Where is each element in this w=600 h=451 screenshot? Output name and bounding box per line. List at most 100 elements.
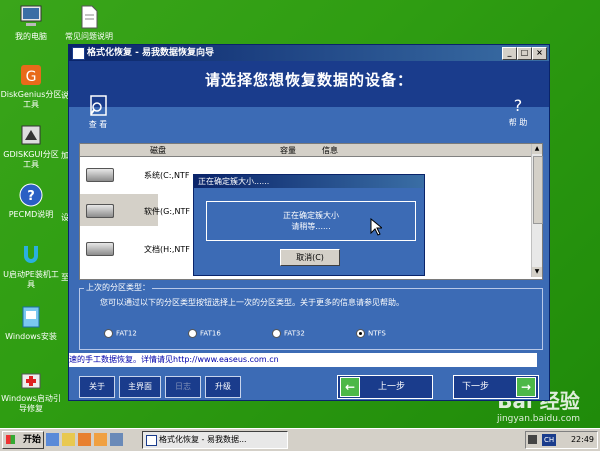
windows-flag-icon bbox=[6, 435, 15, 444]
windows-install-icon bbox=[18, 304, 44, 330]
prev-button[interactable]: ← 上一步 bbox=[337, 375, 433, 399]
start-label: 开始 bbox=[22, 435, 41, 445]
page-title: 请选择您想恢复数据的设备： bbox=[204, 71, 413, 89]
app-icon bbox=[146, 435, 157, 446]
drive-name: 文档(H:,NTF bbox=[144, 245, 190, 254]
window-title: 格式化恢复 - 易我数据恢复向导 bbox=[87, 48, 215, 58]
main-menu-button[interactable]: 主界面 bbox=[119, 376, 161, 398]
taskbar-window-button[interactable]: 格式化恢复 - 易我数据... bbox=[142, 431, 288, 449]
column-header[interactable]: 容量 bbox=[280, 145, 296, 156]
dialog-message-box: 正在确定簇大小 请稍等...... bbox=[206, 201, 416, 241]
quicklaunch-explorer-icon[interactable] bbox=[94, 433, 107, 446]
quicklaunch-doc-icon[interactable] bbox=[110, 433, 123, 446]
desktop-icon-label: 我的电脑 bbox=[15, 32, 47, 41]
dialog-wait: 请稍等...... bbox=[291, 222, 331, 231]
watermark-url: jingyan.baidu.com bbox=[496, 414, 580, 424]
desktop-icon-gdisk[interactable]: GDISKGUI分区工具 bbox=[0, 122, 62, 170]
radio-circle-icon bbox=[104, 329, 113, 338]
desktop-icon-label: 常见问题说明 bbox=[65, 32, 113, 41]
about-button[interactable]: 关于 bbox=[79, 376, 115, 398]
group-title: 上次的分区类型： bbox=[84, 282, 152, 293]
desktop-icon-boot-repair[interactable]: Windows启动引导修复 bbox=[0, 366, 62, 414]
radio-label: FAT16 bbox=[200, 329, 221, 338]
desktop-icon-diskgenius[interactable]: G DiskGenius分区工具 bbox=[0, 62, 62, 110]
gdisk-icon bbox=[18, 122, 44, 148]
diskgenius-icon: G bbox=[18, 62, 44, 88]
radio-label: FAT32 bbox=[284, 329, 305, 338]
quicklaunch-tool-icon[interactable] bbox=[78, 433, 91, 446]
column-header[interactable]: 磁盘 bbox=[150, 145, 166, 156]
next-button[interactable]: 下一步 → bbox=[453, 375, 539, 399]
desktop-icon-label: U启动PE装机工具 bbox=[3, 270, 59, 289]
drive-name: 软件(G:,NTF bbox=[144, 207, 191, 216]
computer-icon bbox=[18, 4, 44, 30]
help-tool[interactable]: ? 帮 助 bbox=[503, 95, 533, 128]
hard-drive-icon bbox=[86, 204, 114, 218]
scroll-thumb[interactable] bbox=[533, 156, 543, 224]
svg-text:G: G bbox=[26, 69, 37, 85]
system-tray: CH 22:49 bbox=[525, 431, 598, 449]
scroll-down-icon[interactable]: ▼ bbox=[532, 267, 542, 277]
group-description: 您可以通过以下的分区类型按钮选择上一次的分区类型。关于更多的信息请参见帮助。 bbox=[100, 298, 404, 307]
view-tool[interactable]: 查 看 bbox=[83, 95, 113, 130]
taskbar: 开始 格式化恢复 - 易我数据... CH 22:49 bbox=[0, 428, 600, 451]
close-button[interactable]: × bbox=[532, 47, 547, 60]
arrow-left-icon: ← bbox=[340, 377, 360, 397]
installer-icon bbox=[18, 242, 44, 268]
desktop-icon-pecmd[interactable]: ? PECMD说明 bbox=[0, 182, 62, 220]
maximize-button[interactable]: □ bbox=[517, 47, 532, 60]
list-scrollbar[interactable]: ▲ ▼ bbox=[531, 144, 543, 277]
radio-label: NTFS bbox=[368, 329, 386, 338]
cluster-size-dialog: 正在确定簇大小...... 正在确定簇大小 请稍等...... 取消(C) bbox=[193, 174, 425, 276]
view-label: 查 看 bbox=[88, 120, 108, 129]
start-button[interactable]: 开始 bbox=[2, 431, 44, 449]
radio-selected-icon bbox=[356, 329, 365, 338]
radio-fat32[interactable]: FAT32 bbox=[272, 329, 305, 338]
ime-indicator[interactable]: CH bbox=[542, 434, 557, 446]
next-label: 下一步 bbox=[462, 382, 490, 392]
dialog-message: 正在确定簇大小 bbox=[283, 211, 339, 220]
desktop-icon-label: DiskGenius分区工具 bbox=[0, 90, 62, 109]
radio-circle-icon bbox=[272, 329, 281, 338]
radio-ntfs[interactable]: NTFS bbox=[356, 329, 386, 338]
desktop-icon-faq[interactable]: 常见问题说明 bbox=[58, 4, 120, 42]
quicklaunch-computer-icon[interactable] bbox=[46, 433, 59, 446]
minimize-button[interactable]: _ bbox=[502, 47, 517, 60]
quicklaunch-folder-icon[interactable] bbox=[62, 433, 75, 446]
desktop-icon-label: Windows启动引导修复 bbox=[1, 394, 61, 413]
arrow-right-icon: → bbox=[516, 377, 536, 397]
document-icon bbox=[76, 4, 102, 30]
desktop-icon-windows-install[interactable]: Windows安装 bbox=[0, 304, 62, 342]
column-header[interactable]: 信息 bbox=[322, 145, 338, 156]
hard-drive-icon bbox=[86, 168, 114, 182]
desktop-icon-my-computer[interactable]: 我的电脑 bbox=[0, 4, 62, 42]
radio-label: FAT12 bbox=[116, 329, 137, 338]
desktop-icon-label: PECMD说明 bbox=[8, 210, 54, 219]
dialog-titlebar[interactable]: 正在确定簇大小...... bbox=[194, 175, 424, 188]
help-label: 帮 助 bbox=[508, 118, 528, 127]
window-header: 请选择您想恢复数据的设备： bbox=[69, 61, 549, 107]
mouse-cursor-icon bbox=[370, 217, 384, 239]
task-title: 格式化恢复 - 易我数据... bbox=[159, 435, 247, 444]
help-question-icon: ? bbox=[513, 96, 523, 115]
radio-fat16[interactable]: FAT16 bbox=[188, 329, 221, 338]
log-button[interactable]: 日志 bbox=[165, 376, 201, 398]
boot-repair-icon bbox=[18, 366, 44, 392]
info-link[interactable]: 速的手工数据恢复。详情请见http://www.easeus.com.cn bbox=[69, 353, 537, 367]
radio-fat12[interactable]: FAT12 bbox=[104, 329, 137, 338]
partition-type-group: 上次的分区类型： 您可以通过以下的分区类型按钮选择上一次的分区类型。关于更多的信… bbox=[79, 282, 543, 350]
radio-circle-icon bbox=[188, 329, 197, 338]
prev-label: 上一步 bbox=[378, 382, 406, 392]
drive-name: 系统(C:,NTF bbox=[144, 171, 190, 180]
scroll-up-icon[interactable]: ▲ bbox=[532, 144, 542, 154]
clock: 22:49 bbox=[570, 435, 594, 444]
svg-text:?: ? bbox=[27, 189, 35, 204]
app-icon bbox=[72, 47, 85, 60]
desktop-icon-installer[interactable]: U启动PE装机工具 bbox=[0, 242, 62, 290]
desktop-icon-label: GDISKGUI分区工具 bbox=[3, 150, 59, 169]
magnifier-icon bbox=[83, 95, 113, 119]
volume-icon[interactable] bbox=[528, 435, 537, 444]
cancel-button[interactable]: 取消(C) bbox=[280, 249, 340, 266]
window-titlebar[interactable]: 格式化恢复 - 易我数据恢复向导 _ □ × bbox=[69, 45, 549, 61]
upgrade-button[interactable]: 升级 bbox=[205, 376, 241, 398]
